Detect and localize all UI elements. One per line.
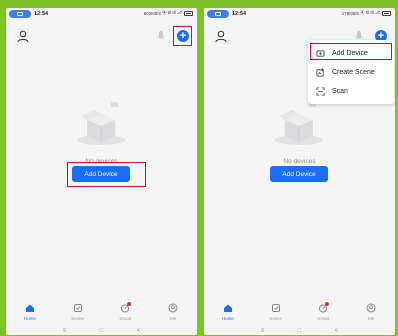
nav-menu-button[interactable]: ≡ [63, 328, 67, 334]
bottom-tab-bar: Home Scene Smart Me [204, 300, 395, 324]
nav-home-button[interactable]: □ [298, 328, 302, 334]
time-pill: 12:54 [9, 9, 57, 19]
empty-box-illustration [77, 102, 125, 145]
tab-scene[interactable]: Scene [54, 300, 102, 324]
tab-smart[interactable]: Smart [102, 300, 150, 324]
tab-label: Smart [119, 316, 132, 321]
nav-back-button[interactable]: < [335, 328, 339, 334]
nav-menu-button[interactable]: ≡ [261, 328, 265, 334]
menu-item-create-scene[interactable]: Create Scene [308, 63, 394, 81]
scene-icon [73, 304, 82, 312]
notification-badge [127, 302, 132, 306]
tab-label: Scene [269, 316, 282, 321]
tab-label: Me [367, 316, 375, 321]
status-time: 12:54 [34, 11, 49, 17]
tab-label: Me [169, 316, 177, 321]
menu-item-label: Scan [332, 87, 348, 95]
user-icon[interactable] [214, 29, 228, 43]
nav-back-button[interactable]: < [137, 328, 141, 334]
me-icon [168, 303, 178, 313]
home-icon [223, 304, 232, 312]
tab-home[interactable]: Home [204, 300, 252, 324]
screen-record-icon [207, 10, 229, 18]
phone-screen-left: 12:54 602KB/s ⦿ Ill Ill ⎇ + No devices A… [6, 8, 197, 335]
microphone-icon[interactable] [155, 30, 167, 42]
system-nav-bar: ≡ □ < [204, 326, 395, 335]
bottom-tab-bar: Home Scene Smart Me [6, 300, 197, 324]
screen-record-icon [9, 10, 31, 18]
highlight-box [173, 26, 192, 46]
tab-label: Smart [317, 316, 330, 321]
empty-state-text: No devices [283, 158, 316, 165]
signal-icons: ⦿ Ill Ill ⎇ [360, 10, 380, 15]
battery-icon [382, 10, 391, 16]
user-icon[interactable] [16, 29, 30, 43]
add-device-button[interactable]: Add Device [270, 166, 328, 182]
highlight-box [310, 43, 392, 60]
me-icon [366, 303, 376, 313]
tab-label: Scene [71, 316, 84, 321]
scene-icon [271, 304, 280, 312]
battery-icon [184, 10, 193, 16]
system-nav-bar: ≡ □ < [6, 326, 197, 335]
highlight-box [67, 162, 146, 187]
home-header: + [6, 26, 197, 48]
network-speed: 178KB/s [341, 10, 359, 16]
menu-item-scan[interactable]: Scan [308, 82, 394, 100]
tab-label: Home [221, 316, 234, 321]
status-indicators: 178KB/s ⦿ Ill Ill ⎇ [342, 10, 391, 16]
empty-box-illustration [275, 102, 323, 145]
tab-scene[interactable]: Scene [252, 300, 300, 324]
network-speed: 602KB/s [143, 10, 161, 16]
status-bar: 12:54 602KB/s ⦿ Ill Ill ⎇ [6, 8, 197, 20]
time-pill: 12:54 [207, 9, 255, 19]
home-icon [25, 304, 34, 312]
create-scene-icon [316, 67, 324, 77]
status-indicators: 602KB/s ⦿ Ill Ill ⎇ [144, 10, 193, 16]
tab-me[interactable]: Me [149, 300, 197, 324]
phone-screen-right: 12:54 178KB/s ⦿ Ill Ill ⎇ + No devices A… [204, 8, 395, 335]
status-time: 12:54 [232, 11, 247, 17]
signal-icons: ⦿ Ill Ill ⎇ [162, 10, 182, 15]
tab-home[interactable]: Home [6, 300, 54, 324]
scan-icon [316, 86, 325, 96]
menu-item-label: Create Scene [332, 68, 375, 76]
notification-badge [325, 302, 330, 306]
status-bar: 12:54 178KB/s ⦿ Ill Ill ⎇ [204, 8, 395, 20]
tab-smart[interactable]: Smart [300, 300, 348, 324]
tab-me[interactable]: Me [347, 300, 395, 324]
tab-label: Home [23, 316, 36, 321]
nav-home-button[interactable]: □ [100, 328, 104, 334]
